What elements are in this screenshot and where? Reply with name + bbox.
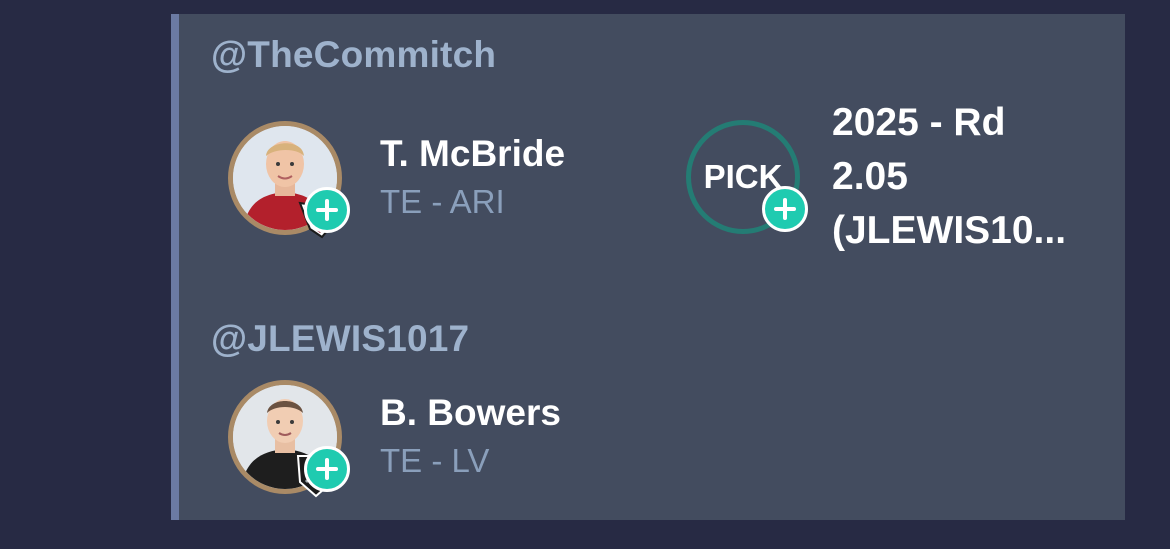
trade-card: @TheCommitch T. McBride TE - ARI PICK 20… <box>171 14 1125 520</box>
pick-line-2: 2.05 <box>832 155 908 198</box>
player-avatar-mcbride[interactable] <box>228 121 350 239</box>
player-position-team: TE - LV <box>380 442 490 479</box>
add-pick-button[interactable] <box>762 186 808 232</box>
pick-line-3: (JLEWIS10... <box>832 209 1067 252</box>
team-handle-1[interactable]: @TheCommitch <box>211 34 496 76</box>
player-name: T. McBride <box>380 133 566 174</box>
pick-line-1: 2025 - Rd <box>832 101 1006 144</box>
player-name: B. Bowers <box>380 392 561 433</box>
team-handle-2[interactable]: @JLEWIS1017 <box>211 318 469 360</box>
player-avatar-bowers[interactable] <box>228 380 350 498</box>
add-player-button[interactable] <box>304 187 350 233</box>
add-player-button[interactable] <box>304 446 350 492</box>
player-position-team: TE - ARI <box>380 183 505 220</box>
